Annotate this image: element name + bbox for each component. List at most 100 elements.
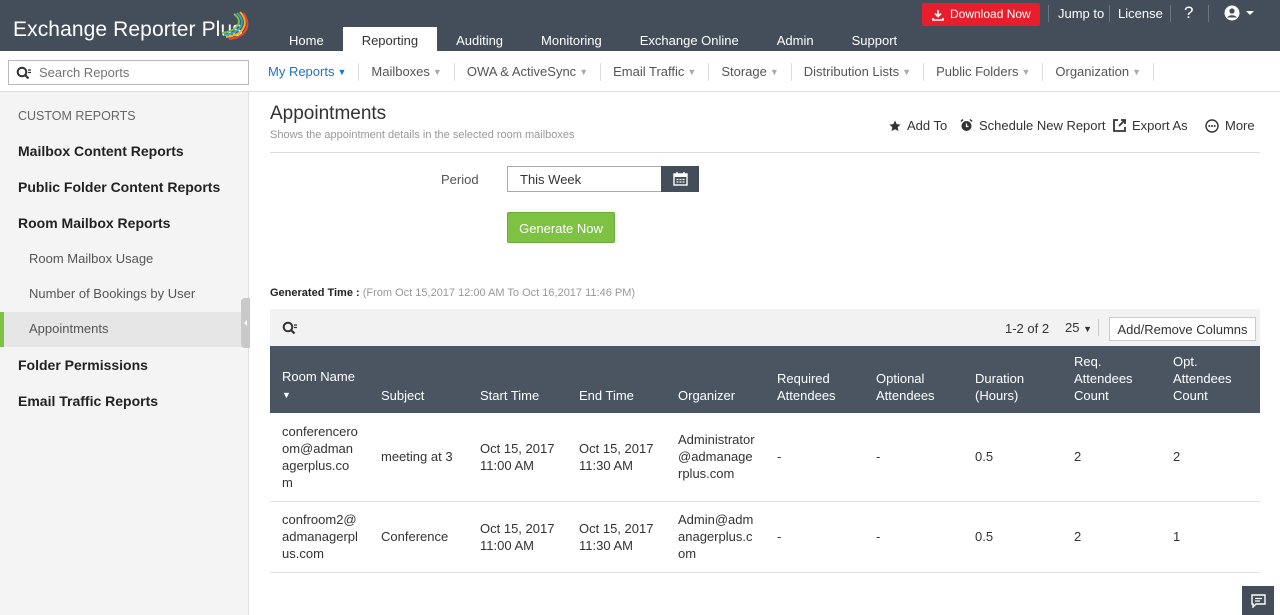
- page-size-value: 25: [1065, 320, 1080, 335]
- column-header-required-attendees[interactable]: Required Attendees: [765, 346, 864, 413]
- subnav-storage[interactable]: Storage ▼: [709, 63, 792, 81]
- subnav-public-folders[interactable]: Public Folders ▼: [924, 63, 1044, 81]
- export-as-label: Export As: [1132, 118, 1188, 133]
- subnav-email-traffic[interactable]: Email Traffic ▼: [601, 63, 710, 81]
- caret-down-icon: ▼: [432, 67, 442, 77]
- calendar-button[interactable]: [661, 166, 699, 192]
- sidebar-item-room-mailbox-usage[interactable]: Room Mailbox Usage: [29, 251, 153, 266]
- sidebar-heading: CUSTOM REPORTS: [18, 109, 136, 123]
- column-header-opt-attendees-count[interactable]: Opt. Attendees Count: [1161, 346, 1260, 413]
- export-as-button[interactable]: Export As: [1113, 118, 1188, 133]
- divider: [1170, 5, 1171, 22]
- subnav-distribution-lists[interactable]: Distribution Lists ▼: [792, 63, 925, 81]
- subnav-my-reports[interactable]: My Reports ▼: [256, 63, 360, 81]
- star-icon: [889, 120, 901, 131]
- license-link[interactable]: License: [1118, 6, 1163, 21]
- sidebar-item-public-folder-content-reports[interactable]: Public Folder Content Reports: [18, 179, 220, 195]
- tab-home[interactable]: Home: [270, 27, 343, 51]
- subnav-label: Distribution Lists: [803, 64, 900, 79]
- cell-subject: Conference: [369, 501, 468, 573]
- schedule-new-report-button[interactable]: Schedule New Report: [960, 118, 1105, 133]
- caret-down-icon: ▼: [902, 67, 912, 77]
- column-header-label: Room Name: [282, 369, 355, 384]
- cell-start-time: Oct 15, 2017 11:00 AM: [468, 413, 567, 502]
- schedule-new-report-label: Schedule New Report: [979, 118, 1106, 133]
- generated-time-label: Generated Time :: [270, 287, 360, 299]
- cell-organizer: Admin@admanagerplus.com: [666, 501, 765, 573]
- divider: [270, 152, 1260, 153]
- period-select[interactable]: This Week: [507, 166, 662, 192]
- user-menu[interactable]: [1223, 5, 1259, 26]
- column-header-organizer[interactable]: Organizer: [666, 346, 765, 413]
- organizer-text: Admin@admanagerplus.com: [678, 512, 754, 561]
- sidebar-item-mailbox-content-reports[interactable]: Mailbox Content Reports: [18, 143, 184, 159]
- tab-monitoring[interactable]: Monitoring: [522, 27, 621, 51]
- cell-required-attendees: -: [765, 501, 864, 573]
- calendar-icon: [672, 172, 688, 186]
- jump-to-link[interactable]: Jump to: [1058, 6, 1104, 21]
- cell-opt-attendees-count: 1: [1161, 501, 1260, 573]
- column-header-req-attendees-count[interactable]: Req. Attendees Count: [1062, 346, 1161, 413]
- sidebar: CUSTOM REPORTS Mailbox Content Reports P…: [0, 92, 249, 615]
- cell-req-attendees-count: 2: [1062, 501, 1161, 573]
- column-header-duration[interactable]: Duration (Hours): [963, 346, 1062, 413]
- tab-admin[interactable]: Admin: [758, 27, 833, 51]
- collapse-arrow-icon: [244, 320, 247, 326]
- more-label: More: [1225, 118, 1255, 133]
- subnav-owa-activesync[interactable]: OWA & ActiveSync ▼: [455, 63, 602, 81]
- sidebar-item-folder-permissions[interactable]: Folder Permissions: [18, 357, 148, 373]
- more-button[interactable]: More: [1205, 118, 1255, 133]
- subnav-label: Storage: [721, 64, 767, 79]
- table-row: confroom2@admanagerplus.com Conference O…: [270, 501, 1260, 573]
- column-header-room-name[interactable]: Room Name ▼: [270, 346, 369, 413]
- app-logo[interactable]: Exchange Reporter Plus: [13, 18, 243, 42]
- user-avatar-icon: [1224, 5, 1254, 21]
- divider: [1098, 319, 1099, 336]
- sidebar-item-room-mailbox-reports[interactable]: Room Mailbox Reports: [18, 215, 170, 231]
- column-header-subject[interactable]: Subject: [369, 346, 468, 413]
- column-header-optional-attendees[interactable]: Optional Attendees: [864, 346, 963, 413]
- alarm-clock-icon: [960, 119, 973, 131]
- subnav-label: Email Traffic: [613, 64, 685, 79]
- chat-icon: [1250, 593, 1266, 608]
- chat-button[interactable]: [1242, 586, 1274, 615]
- generated-time-value: (From Oct 15,2017 12:00 AM To Oct 16,201…: [362, 287, 636, 299]
- sidebar-item-email-traffic-reports[interactable]: Email Traffic Reports: [18, 393, 158, 409]
- column-header-start-time[interactable]: Start Time: [468, 346, 567, 413]
- cell-opt-attendees-count: 2: [1161, 413, 1260, 502]
- search-input[interactable]: [39, 65, 234, 80]
- add-to-label: Add To: [907, 118, 948, 133]
- caret-down-icon: ▼: [769, 67, 779, 77]
- generate-now-button[interactable]: Generate Now: [507, 212, 615, 243]
- add-to-button[interactable]: Add To: [889, 118, 947, 133]
- table-header-row: Room Name ▼ Subject Start Time End Time O…: [270, 346, 1260, 413]
- tab-auditing[interactable]: Auditing: [437, 27, 522, 51]
- sidebar-collapse-handle[interactable]: [241, 298, 250, 348]
- cell-organizer: Administrator@admanagerplus.com: [666, 413, 765, 502]
- tab-reporting[interactable]: Reporting: [342, 27, 438, 51]
- download-icon: [932, 9, 944, 21]
- period-label: Period: [441, 172, 479, 187]
- report-category-nav: My Reports ▼ Mailboxes ▼ OWA & ActiveSync ▼…: [256, 61, 1155, 83]
- table-search-button[interactable]: [282, 321, 298, 340]
- add-remove-columns-button[interactable]: Add/Remove Columns: [1109, 317, 1256, 341]
- cell-optional-attendees: -: [864, 413, 963, 502]
- table-search-icon: [282, 321, 297, 335]
- main-tabs: Home Reporting Auditing Monitoring Excha…: [270, 27, 916, 51]
- help-icon[interactable]: ?: [1184, 3, 1193, 23]
- page-size-select[interactable]: 25 ▼: [1065, 320, 1092, 335]
- more-dots-icon: [1205, 118, 1219, 133]
- tab-exchange-online[interactable]: Exchange Online: [621, 27, 758, 51]
- sidebar-item-number-of-bookings[interactable]: Number of Bookings by User: [29, 286, 195, 301]
- cell-required-attendees: -: [765, 413, 864, 502]
- cell-end-time: Oct 15, 2017 11:30 AM: [567, 501, 666, 573]
- search-box[interactable]: [8, 60, 249, 85]
- download-now-button[interactable]: Download Now: [922, 3, 1040, 26]
- subnav-organization[interactable]: Organization ▼: [1043, 63, 1155, 81]
- generated-time: Generated Time : (From Oct 15,2017 12:00…: [270, 287, 635, 299]
- table-row: conferenceroom@admanagerplus.com meeting…: [270, 413, 1260, 502]
- sidebar-item-appointments[interactable]: Appointments: [29, 321, 109, 336]
- column-header-end-time[interactable]: End Time: [567, 346, 666, 413]
- tab-support[interactable]: Support: [833, 27, 917, 51]
- subnav-mailboxes[interactable]: Mailboxes ▼: [359, 63, 455, 81]
